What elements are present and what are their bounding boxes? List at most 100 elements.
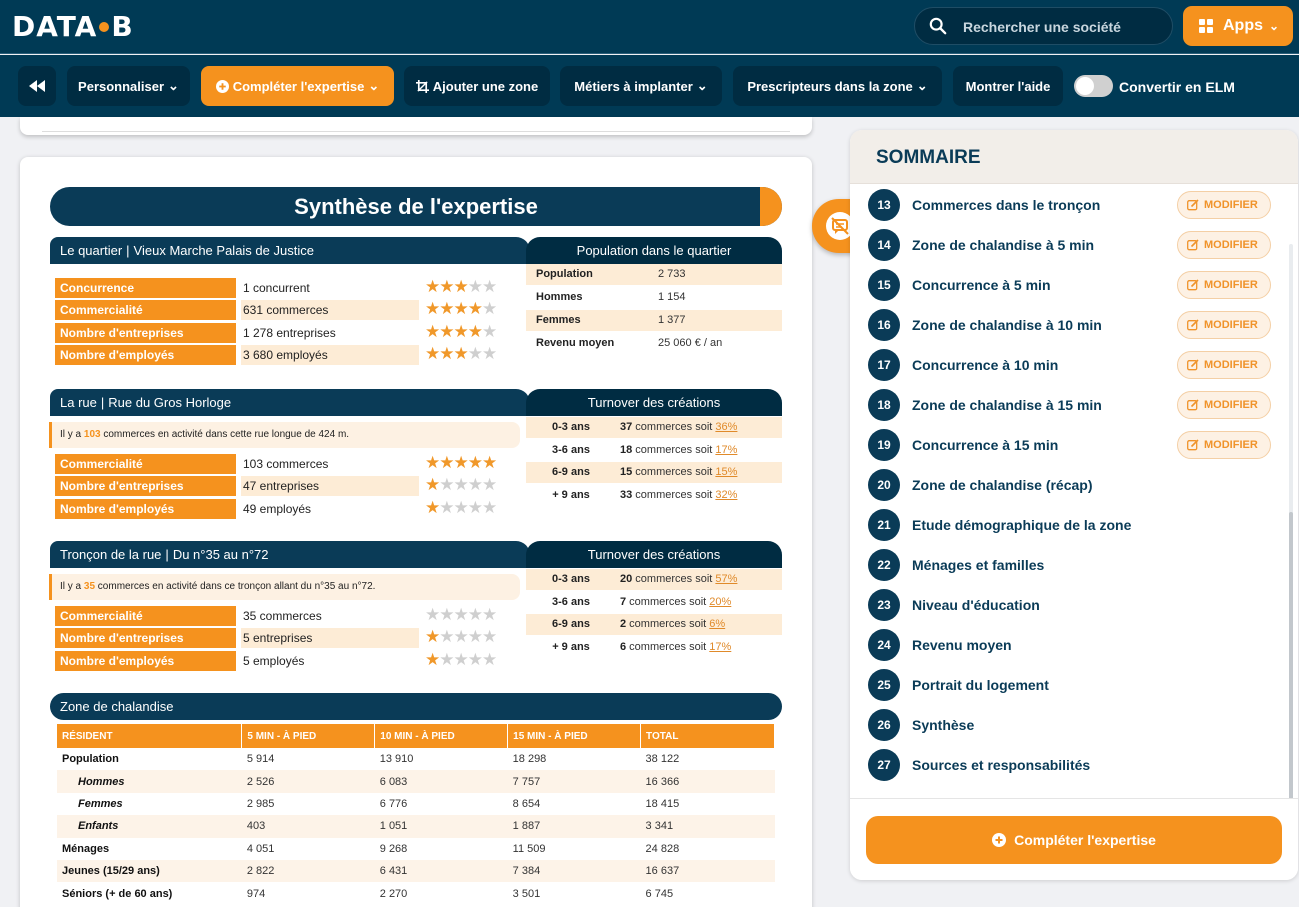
star-icon: ★ (482, 649, 497, 670)
sommaire-item[interactable]: 21 Etude démographique de la zone (850, 505, 1298, 545)
completer-expertise-button[interactable]: Compléter l'expertise ⌄ (201, 66, 394, 106)
sommaire-item[interactable]: 25 Portrait du logement (850, 665, 1298, 705)
star-icon: ★ (425, 321, 440, 342)
sommaire-item[interactable]: 22 Ménages et familles (850, 545, 1298, 585)
modifier-button[interactable]: MODIFIER (1177, 311, 1271, 339)
sommaire-item[interactable]: 15 Concurrence à 5 min MODIFIER (850, 265, 1298, 305)
section-label[interactable]: Sources et responsabilités (912, 757, 1090, 773)
sommaire-item[interactable]: 14 Zone de chalandise à 5 min MODIFIER (850, 225, 1298, 265)
synthese-title-text: Synthèse de l'expertise (294, 194, 538, 219)
table-cell: 24 828 (645, 842, 680, 855)
turnover-percent-link[interactable]: 20% (709, 596, 731, 608)
montrer-aide-button[interactable]: Montrer l'aide (953, 66, 1063, 106)
title-accent (760, 187, 782, 226)
zone-table: RÉSIDENT 5 MIN - À PIED 10 MIN - À PIED 15 … (57, 724, 775, 905)
scrollbar[interactable] (1289, 244, 1293, 798)
turnover-percent-link[interactable]: 17% (709, 641, 731, 653)
edit-icon (1187, 399, 1199, 411)
population-label: Hommes (536, 291, 583, 303)
turnover-percent-link[interactable]: 15% (715, 466, 737, 478)
modifier-button[interactable]: MODIFIER (1177, 231, 1271, 259)
turnover-percent-link[interactable]: 36% (715, 421, 737, 433)
turnover-percent-link[interactable]: 17% (715, 444, 737, 456)
completer-label: Compléter l'expertise (232, 78, 365, 94)
personnaliser-button[interactable]: Personnaliser ⌄ (67, 66, 190, 106)
prescripteurs-button[interactable]: Prescripteurs dans la zone ⌄ (733, 66, 942, 106)
apps-grid-icon (1199, 19, 1213, 33)
stat-label: Commercialité (55, 454, 236, 474)
star-icon: ★ (439, 277, 454, 297)
table-cell: 11 509 (512, 842, 546, 855)
section-label[interactable]: Synthèse (912, 717, 974, 733)
table-cell: 2 822 (241, 859, 375, 883)
turnover-value: 2 commerces soit 6% (620, 614, 725, 635)
logo[interactable]: DATA B (12, 10, 134, 43)
population-label: Femmes (536, 314, 581, 326)
section-label[interactable]: Concurrence à 5 min (912, 277, 1051, 293)
sommaire-item[interactable]: 19 Concurrence à 15 min MODIFIER (850, 425, 1298, 465)
rating-stars: ★★★★★ (425, 453, 497, 473)
star-icon: ★ (425, 649, 440, 670)
table-cell: 16 366 (640, 770, 775, 793)
turnover-percent-link[interactable]: 57% (715, 573, 737, 585)
section-label[interactable]: Niveau d'éducation (912, 597, 1040, 613)
sommaire-item[interactable]: 23 Niveau d'éducation (850, 585, 1298, 625)
sommaire-item[interactable]: 16 Zone de chalandise à 10 min MODIFIER (850, 305, 1298, 345)
turnover-value: 7 commerces soit 20% (620, 592, 731, 613)
modifier-button[interactable]: MODIFIER (1177, 351, 1271, 379)
edit-icon (1187, 279, 1199, 291)
section-label[interactable]: Zone de chalandise (récap) (912, 477, 1093, 493)
completer-expertise-cta[interactable]: Compléter l'expertise (866, 816, 1282, 864)
collapse-button[interactable] (18, 66, 56, 106)
sommaire-item[interactable]: 18 Zone de chalandise à 15 min MODIFIER (850, 385, 1298, 425)
plus-circle-icon (215, 79, 229, 93)
section-label[interactable]: Zone de chalandise à 5 min (912, 237, 1094, 253)
modifier-button[interactable]: MODIFIER (1177, 391, 1271, 419)
sommaire-item[interactable]: 26 Synthèse (850, 705, 1298, 745)
section-label[interactable]: Commerces dans le tronçon (912, 197, 1100, 213)
turnover-percent-link[interactable]: 6% (709, 618, 725, 630)
rewind-icon (29, 80, 45, 92)
section-label[interactable]: Revenu moyen (912, 637, 1012, 653)
turnover-row: 3-6 ans 7 commerces soit 20% (526, 592, 782, 613)
modifier-button[interactable]: MODIFIER (1177, 271, 1271, 299)
star-icon: ★ (453, 299, 469, 320)
sommaire-item[interactable]: 27 Sources et responsabilités (850, 745, 1298, 785)
section-number: 21 (868, 509, 900, 541)
rating-stars: ★★★★★ (425, 344, 497, 364)
star-icon: ★ (425, 453, 440, 473)
modifier-button[interactable]: MODIFIER (1177, 431, 1271, 459)
section-label[interactable]: Concurrence à 10 min (912, 357, 1058, 373)
section-number: 22 (868, 549, 900, 581)
stat-label: Commercialité (55, 300, 236, 321)
section-label[interactable]: Etude démographique de la zone (912, 517, 1131, 533)
table-row: Hommes 2 526 6 083 7 757 16 366 (57, 770, 775, 793)
search-icon (929, 17, 947, 35)
logo-dot (99, 22, 110, 32)
sommaire-item[interactable]: 17 Concurrence à 10 min MODIFIER (850, 345, 1298, 385)
info-text: commerces en activité dans ce tronçon al… (95, 581, 376, 592)
sommaire-item[interactable]: 13 Commerces dans le tronçon MODIFIER (850, 185, 1298, 225)
section-label[interactable]: Portrait du logement (912, 677, 1049, 693)
metiers-button[interactable]: Métiers à implanter ⌄ (560, 66, 722, 106)
stat-value: 631 commerces (241, 300, 419, 321)
convertir-elm-toggle[interactable] (1074, 75, 1113, 97)
aide-label: Montrer l'aide (965, 78, 1051, 94)
ajouter-zone-button[interactable]: Ajouter une zone (404, 66, 550, 106)
turnover-percent-link[interactable]: 32% (715, 489, 737, 501)
section-label[interactable]: Zone de chalandise à 15 min (912, 397, 1102, 413)
apps-button[interactable]: Apps ⌄ (1183, 6, 1293, 46)
sommaire-item[interactable]: 20 Zone de chalandise (récap) (850, 465, 1298, 505)
sommaire-item[interactable]: 24 Revenu moyen (850, 625, 1298, 665)
section-label[interactable]: Concurrence à 15 min (912, 437, 1058, 453)
section-label[interactable]: Ménages et familles (912, 557, 1044, 573)
search-input[interactable]: Rechercher une société (914, 7, 1173, 45)
crop-icon (415, 79, 429, 93)
scrollbar-thumb[interactable] (1289, 512, 1293, 798)
modifier-button[interactable]: MODIFIER (1177, 191, 1271, 219)
sommaire-list: 13 Commerces dans le tronçon MODIFIER 14 Zon… (850, 184, 1298, 798)
stat-label: Nombre d'entreprises (55, 476, 236, 497)
population-row: Population 2 733 (526, 264, 782, 285)
section-label[interactable]: Zone de chalandise à 10 min (912, 317, 1102, 333)
synthese-title: Synthèse de l'expertise (50, 187, 782, 226)
